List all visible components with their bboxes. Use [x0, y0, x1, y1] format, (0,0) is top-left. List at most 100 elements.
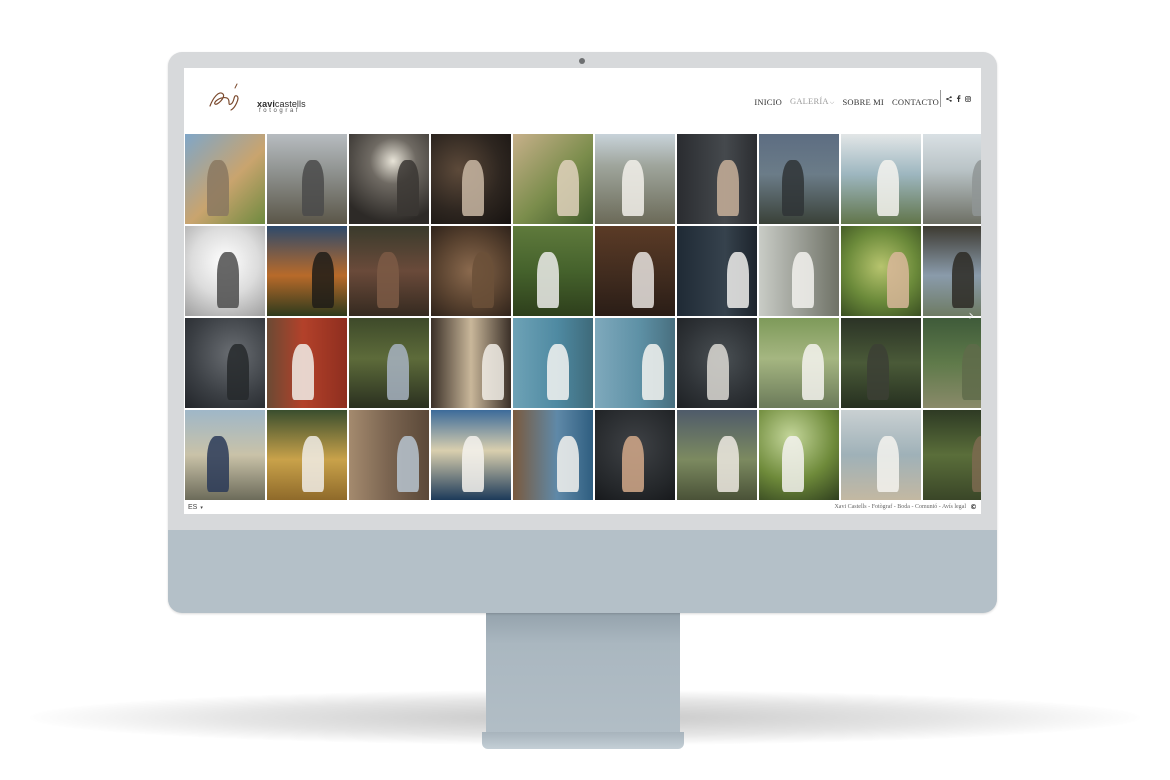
photo-subject	[707, 344, 729, 400]
nav-divider	[940, 90, 941, 107]
photo-subject	[632, 252, 654, 308]
photo-subject	[227, 344, 249, 400]
signature-logo-icon	[209, 83, 239, 111]
monitor-chin	[168, 530, 997, 613]
photo-subject	[887, 252, 909, 308]
nav-item-inicio[interactable]: INICIO	[754, 97, 782, 107]
gallery-photo[interactable]	[677, 134, 757, 224]
language-code: ES	[188, 504, 198, 511]
gallery-photo[interactable]	[513, 410, 593, 500]
photo-subject	[792, 252, 814, 308]
photo-subject	[622, 436, 644, 492]
photo-subject	[462, 436, 484, 492]
photo-subject	[782, 160, 804, 216]
footer-credits[interactable]: Xavi Castells - Fotògraf - Boda - Comuni…	[834, 504, 966, 510]
photo-subject	[972, 160, 981, 216]
chevron-right-icon[interactable]: ›	[968, 308, 974, 324]
photo-subject	[302, 160, 324, 216]
photo-subject	[622, 160, 644, 216]
gallery-photo[interactable]	[431, 318, 511, 408]
photo-gallery-grid	[185, 134, 981, 501]
gallery-photo[interactable]	[513, 134, 593, 224]
gallery-photo[interactable]	[185, 134, 265, 224]
site-header: xavicastells fotograf INICIO GALERÍA⌵ SO…	[184, 68, 981, 133]
photo-subject	[877, 160, 899, 216]
photo-subject	[387, 344, 409, 400]
monitor: xavicastells fotograf INICIO GALERÍA⌵ SO…	[168, 52, 997, 613]
photo-subject	[397, 436, 419, 492]
nav-item-sobre-mi[interactable]: SOBRE MI	[842, 97, 884, 107]
gallery-photo[interactable]	[349, 226, 429, 316]
gallery-photo[interactable]	[349, 134, 429, 224]
site-logo[interactable]: xavicastells fotograf	[207, 80, 306, 114]
gallery-photo[interactable]	[841, 134, 921, 224]
photo-subject	[557, 160, 579, 216]
chevron-down-icon: ⌵	[829, 100, 835, 106]
gallery-photo[interactable]	[923, 226, 981, 316]
gallery-photo[interactable]	[267, 134, 347, 224]
gallery-photo[interactable]	[185, 318, 265, 408]
gallery-photo[interactable]	[349, 410, 429, 500]
gallery-photo[interactable]	[841, 226, 921, 316]
gallery-photo[interactable]	[267, 410, 347, 500]
photo-subject	[962, 344, 981, 400]
photo-subject	[782, 436, 804, 492]
gallery-photo[interactable]	[759, 134, 839, 224]
gallery-photo[interactable]	[431, 410, 511, 500]
gallery-photo[interactable]	[923, 318, 981, 408]
gallery-photo[interactable]	[595, 134, 675, 224]
gallery-photo[interactable]	[759, 318, 839, 408]
photo-subject	[877, 436, 899, 492]
photo-subject	[207, 160, 229, 216]
photo-subject	[547, 344, 569, 400]
share-icon[interactable]	[946, 95, 952, 102]
logo-subtitle: fotograf	[259, 108, 301, 114]
gallery-photo[interactable]	[431, 226, 511, 316]
gallery-photo[interactable]	[923, 410, 981, 500]
gallery-photo[interactable]	[595, 410, 675, 500]
gallery-photo[interactable]	[677, 318, 757, 408]
main-nav: INICIO GALERÍA⌵ SOBRE MI CONTACTO	[754, 96, 939, 107]
photo-subject	[952, 252, 974, 308]
gallery-photo[interactable]	[923, 134, 981, 224]
photo-subject	[217, 252, 239, 308]
gallery-photo[interactable]	[595, 318, 675, 408]
photo-subject	[472, 252, 494, 308]
photo-subject	[292, 344, 314, 400]
photo-subject	[312, 252, 334, 308]
photo-subject	[717, 160, 739, 216]
gallery-photo[interactable]	[185, 410, 265, 500]
gallery-photo[interactable]	[677, 226, 757, 316]
gallery-photo[interactable]	[431, 134, 511, 224]
gallery-photo[interactable]	[595, 226, 675, 316]
language-selector[interactable]: ES ▾	[188, 504, 203, 511]
gallery-photo[interactable]	[349, 318, 429, 408]
photo-subject	[802, 344, 824, 400]
photo-subject	[972, 436, 981, 492]
gallery-photo[interactable]	[185, 226, 265, 316]
monitor-stand-base	[482, 732, 684, 749]
webcam	[579, 58, 585, 64]
photo-subject	[727, 252, 749, 308]
gallery-photo[interactable]	[267, 226, 347, 316]
photo-subject	[717, 436, 739, 492]
facebook-icon[interactable]	[956, 95, 961, 102]
photo-subject	[557, 436, 579, 492]
instagram-icon[interactable]	[965, 95, 971, 102]
gallery-photo[interactable]	[841, 318, 921, 408]
gallery-photo[interactable]	[513, 226, 593, 316]
gallery-photo[interactable]	[513, 318, 593, 408]
gallery-photo[interactable]	[841, 410, 921, 500]
nav-item-galeria[interactable]: GALERÍA⌵	[790, 96, 834, 107]
website-screen: xavicastells fotograf INICIO GALERÍA⌵ SO…	[184, 68, 981, 514]
photo-subject	[462, 160, 484, 216]
gallery-photo[interactable]	[677, 410, 757, 500]
nav-item-galeria-label: GALERÍA	[789, 96, 829, 106]
nav-item-contacto[interactable]: CONTACTO	[892, 97, 939, 107]
photo-subject	[642, 344, 664, 400]
gallery-photo[interactable]	[759, 226, 839, 316]
gallery-photo[interactable]	[759, 410, 839, 500]
photo-subject	[377, 252, 399, 308]
gallery-photo[interactable]	[267, 318, 347, 408]
photo-subject	[302, 436, 324, 492]
